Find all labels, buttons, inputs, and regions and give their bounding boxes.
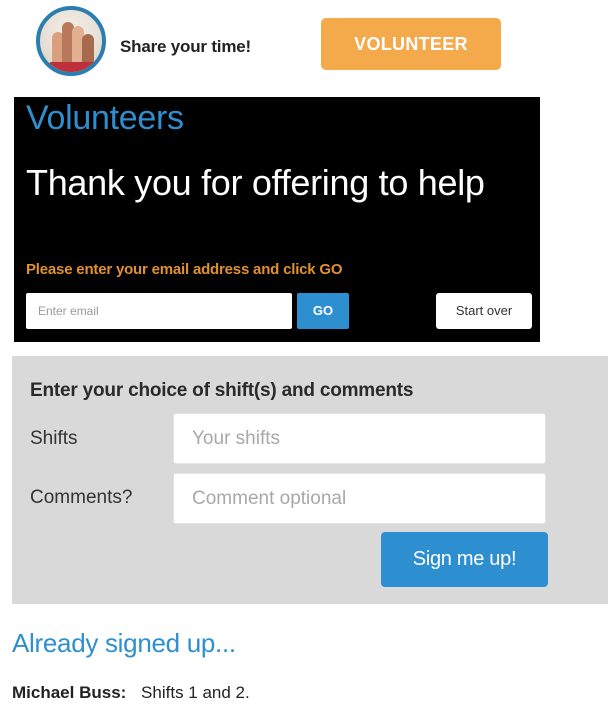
section-title: Volunteers bbox=[26, 99, 184, 137]
signed-up-list: Michael Buss: Shifts 1 and 2. bbox=[12, 683, 592, 703]
shifts-label: Shifts bbox=[30, 428, 78, 449]
shifts-input[interactable] bbox=[173, 413, 546, 464]
list-item: Michael Buss: Shifts 1 and 2. bbox=[12, 683, 592, 703]
shift-form: Enter your choice of shift(s) and commen… bbox=[12, 356, 608, 604]
volunteer-button[interactable]: VOLUNTEER bbox=[321, 18, 501, 70]
volunteer-shifts: Shifts 1 and 2. bbox=[141, 683, 250, 702]
top-bar: Share your time! VOLUNTEER bbox=[36, 6, 506, 82]
form-title: Enter your choice of shift(s) and commen… bbox=[30, 380, 414, 401]
volunteer-banner: Volunteers Thank you for offering to hel… bbox=[14, 97, 540, 342]
tagline: Share your time! bbox=[120, 37, 251, 56]
comments-label: Comments? bbox=[30, 487, 133, 508]
start-over-button[interactable]: Start over bbox=[436, 293, 532, 329]
comments-input[interactable] bbox=[173, 473, 546, 524]
volunteer-hands-icon bbox=[36, 6, 106, 76]
volunteer-name: Michael Buss: bbox=[12, 683, 127, 702]
email-instruction: Please enter your email address and clic… bbox=[26, 261, 343, 278]
go-button[interactable]: GO bbox=[297, 293, 349, 329]
signed-up-title: Already signed up... bbox=[12, 628, 236, 658]
sign-me-up-button[interactable]: Sign me up! bbox=[381, 532, 548, 587]
headline: Thank you for offering to help bbox=[26, 162, 485, 203]
email-input[interactable] bbox=[26, 293, 292, 329]
